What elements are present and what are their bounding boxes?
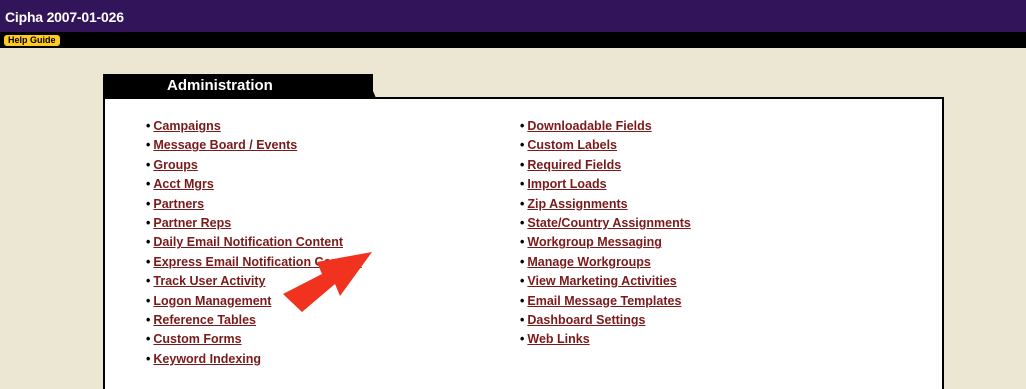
bullet-icon: • [520,312,525,327]
campaigns-link[interactable]: Campaigns [153,119,220,133]
toolbar: Help Guide [0,32,1026,48]
list-item: • Email Message Templates [520,294,691,313]
email-message-templates-link[interactable]: Email Message Templates [527,294,681,308]
list-item: • Partner Reps [146,216,362,235]
zip-assignments-link[interactable]: Zip Assignments [527,197,627,211]
panel-tab-curve [340,74,376,98]
list-item: • Dashboard Settings [520,313,691,332]
bullet-icon: • [520,119,525,133]
list-item: • Zip Assignments [520,197,691,216]
bullet-icon: • [520,332,525,347]
bullet-icon: • [520,274,525,289]
list-item: • Required Fields [520,158,691,177]
panel-title: Administration [167,77,273,94]
app-header: Cipha 2007-01-026 [0,0,1026,32]
list-item: • Workgroup Messaging [520,235,691,254]
groups-link[interactable]: Groups [153,158,197,172]
bullet-icon: • [520,196,525,211]
red-arrow-icon [283,252,372,312]
list-item: • Acct Mgrs [146,177,362,196]
workgroup-messaging-link[interactable]: Workgroup Messaging [527,235,662,249]
list-item: • Custom Labels [520,138,691,157]
list-item: • Keyword Indexing [146,352,362,371]
custom-forms-link[interactable]: Custom Forms [153,332,241,346]
message-board-events-link[interactable]: Message Board / Events [153,138,297,152]
list-item: • Groups [146,158,362,177]
list-item: • Message Board / Events [146,138,362,157]
bullet-icon: • [520,157,525,172]
bullet-icon: • [146,177,151,192]
list-item: • Downloadable Fields [520,119,691,138]
bullet-icon: • [146,157,151,172]
bullet-icon: • [146,119,151,133]
bullet-icon: • [146,351,151,366]
bullet-icon: • [146,332,151,347]
list-item: • Custom Forms [146,332,362,351]
list-item: • State/Country Assignments [520,216,691,235]
downloadable-fields-link[interactable]: Downloadable Fields [527,119,651,133]
bullet-icon: • [146,312,151,327]
help-guide-button[interactable]: Help Guide [4,35,60,46]
list-item: • Partners [146,197,362,216]
bullet-icon: • [520,235,525,250]
bullet-icon: • [146,254,151,269]
bullet-icon: • [146,138,151,153]
list-item: • Campaigns [146,119,362,138]
required-fields-link[interactable]: Required Fields [527,158,621,172]
list-item: • Import Loads [520,177,691,196]
track-user-activity-link[interactable]: Track User Activity [153,274,265,288]
bullet-icon: • [146,215,151,230]
bullet-icon: • [520,215,525,230]
logon-management-link[interactable]: Logon Management [153,294,271,308]
bullet-icon: • [520,254,525,269]
bullet-icon: • [520,138,525,153]
bullet-icon: • [520,293,525,308]
bullet-icon: • [146,274,151,289]
reference-tables-link[interactable]: Reference Tables [153,313,256,327]
bullet-icon: • [146,196,151,211]
view-marketing-activities-link[interactable]: View Marketing Activities [527,274,676,288]
dashboard-settings-link[interactable]: Dashboard Settings [527,313,645,327]
app-title: Cipha 2007-01-026 [5,9,124,25]
list-item: • Manage Workgroups [520,255,691,274]
keyword-indexing-link[interactable]: Keyword Indexing [153,352,261,366]
left-link-list: • Campaigns • Message Board / Events • Grou… [146,119,362,371]
daily-email-notification-content-link[interactable]: Daily Email Notification Content [153,235,343,249]
import-loads-link[interactable]: Import Loads [527,177,606,191]
partner-reps-link[interactable]: Partner Reps [153,216,231,230]
manage-workgroups-link[interactable]: Manage Workgroups [527,255,650,269]
list-item: • Web Links [520,332,691,351]
web-links-link[interactable]: Web Links [527,332,589,346]
partners-link[interactable]: Partners [153,197,204,211]
right-link-list: • Downloadable Fields • Custom Labels • Req… [520,119,691,352]
bullet-icon: • [146,235,151,250]
list-item: • View Marketing Activities [520,274,691,293]
bullet-icon: • [146,293,151,308]
custom-labels-link[interactable]: Custom Labels [527,138,617,152]
state-country-assignments-link[interactable]: State/Country Assignments [527,216,690,230]
list-item: • Reference Tables [146,313,362,332]
bullet-icon: • [520,177,525,192]
acct-mgrs-link[interactable]: Acct Mgrs [153,177,213,191]
